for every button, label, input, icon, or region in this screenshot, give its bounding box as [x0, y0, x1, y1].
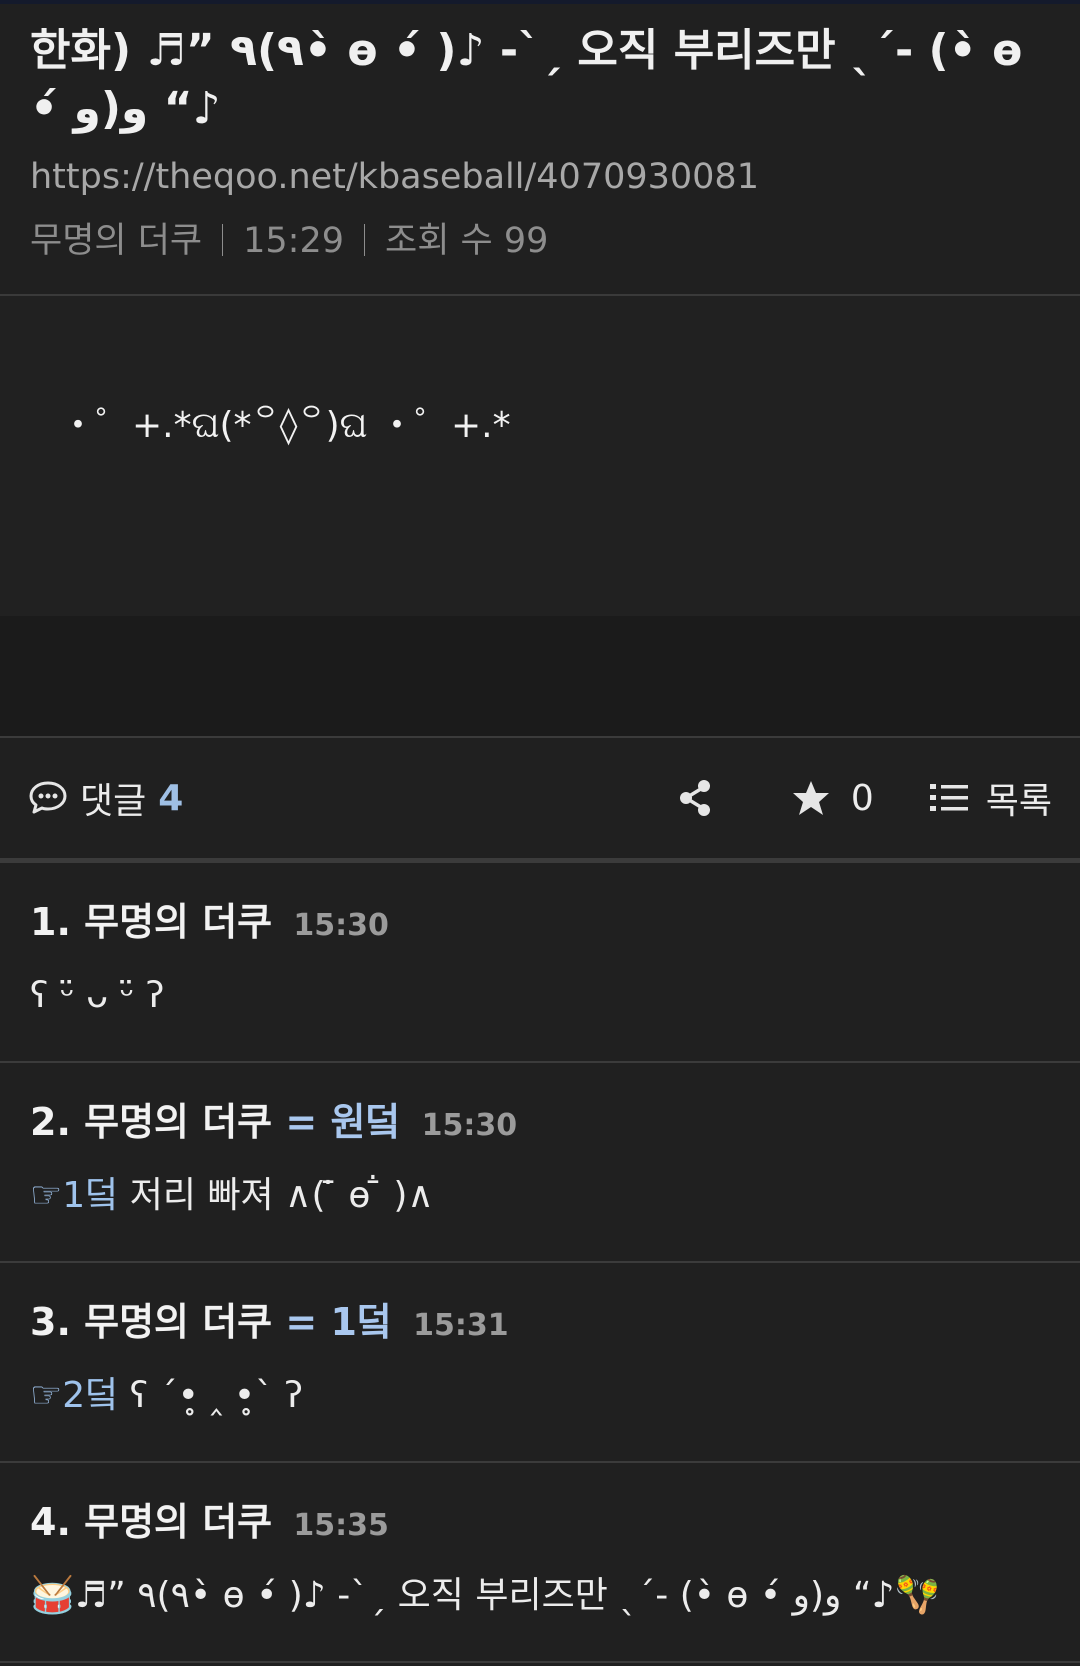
post-body: ・゜+.*ଘ(*꒪◊꒪)ଘ ・゜+.*	[0, 296, 1080, 616]
list-icon	[929, 784, 968, 811]
post-meta: 무명의 더쿠 15:29 조회 수 99	[30, 218, 1050, 264]
comment-item: 1. 무명의 더쿠 15:30 ʕ ᵕ̈ ᴗ ᵕ̈ ʔ	[0, 863, 1080, 1063]
comment-badge: = 1덬	[285, 1300, 392, 1344]
comment-reply-link[interactable]: ☞1덬	[30, 1175, 118, 1216]
comment-item: 4. 무명의 더쿠 15:35 🥁♬” ٩(٩•̀ ɵ •́ )♪ -`ˏ 오직…	[0, 1463, 1080, 1663]
comment-header: 4. 무명의 더쿠 15:35	[30, 1497, 1050, 1551]
comment-author: 3. 무명의 더쿠	[30, 1300, 273, 1344]
comment-item: 2. 무명의 더쿠 = 원덬 15:30 ☞1덬 저리 빠져 ∧( ̄̇ ɵ ̄…	[0, 1063, 1080, 1263]
comment-author: 4. 무명의 더쿠	[30, 1500, 273, 1544]
post-content: ・゜+.*ଘ(*꒪◊꒪)ଘ ・゜+.*	[60, 405, 511, 446]
comment-text: 🥁♬” ٩(٩•̀ ɵ •́ )♪ -`ˏ 오직 부리즈만 ˎˊ- (•̀ ɵ …	[30, 1575, 940, 1616]
list-button[interactable]: 목록	[929, 772, 1052, 824]
meta-divider	[364, 224, 366, 256]
comment-badge: = 원덬	[285, 1100, 401, 1144]
comment-header: 2. 무명의 더쿠 = 원덬 15:30	[30, 1097, 1050, 1151]
star-count: 0	[850, 777, 874, 819]
comment-body: ☞1덬 저리 빠져 ∧( ̄̇ ɵ ̄̇ )∧	[30, 1171, 1050, 1221]
comment-header: 1. 무명의 더쿠 15:30	[30, 897, 1050, 951]
comment-time: 15:31	[413, 1308, 509, 1343]
comments-count: 4	[158, 777, 184, 819]
post-header: 한화) ♬” ٩(٩•̀ ɵ •́ )♪ -`ˏ 오직 부리즈만 ˎˊ- (•̀…	[0, 4, 1080, 296]
comment-text: ʕ ´•̥ ‸ •̥` ʔ	[118, 1375, 303, 1416]
comment-reply-link[interactable]: ☞2덬	[30, 1375, 118, 1416]
post-footer-gap	[0, 616, 1080, 738]
star-icon	[792, 781, 829, 815]
comment-body: ☞2덬 ʕ ´•̥ ‸ •̥` ʔ	[30, 1371, 1050, 1421]
comment-author: 1. 무명의 더쿠	[30, 900, 273, 944]
comments-label: 댓글	[80, 781, 147, 822]
comment-text: 저리 빠져 ∧( ̄̇ ɵ ̄̇ )∧	[118, 1175, 434, 1216]
comment-text: ʕ ᵕ̈ ᴗ ᵕ̈ ʔ	[30, 975, 165, 1016]
comment-time: 15:30	[421, 1108, 518, 1143]
comments-button[interactable]: 댓글 4	[28, 772, 183, 824]
star-button[interactable]: 0	[791, 778, 874, 819]
comment-bubble-icon	[29, 781, 67, 814]
meta-divider	[222, 224, 224, 256]
post-toolbar: 댓글 4 0 목록	[0, 738, 1080, 863]
share-icon	[679, 780, 710, 816]
post-url[interactable]: https://theqoo.net/kbaseball/4070930081	[30, 154, 1050, 200]
comment-author: 2. 무명의 더쿠	[30, 1100, 273, 1144]
list-label: 목록	[985, 781, 1052, 822]
comment-body: ʕ ᵕ̈ ᴗ ᵕ̈ ʔ	[30, 971, 1050, 1021]
post-views: 조회 수 99	[385, 221, 549, 261]
post-title: 한화) ♬” ٩(٩•̀ ɵ •́ )♪ -`ˏ 오직 부리즈만 ˎˊ- (•̀…	[30, 25, 1023, 134]
comment-time: 15:35	[293, 1508, 389, 1543]
comment-header: 3. 무명의 더쿠 = 1덬 15:31	[30, 1297, 1050, 1351]
comment-time: 15:30	[293, 908, 389, 943]
post-time: 15:29	[243, 221, 345, 261]
comment-item: 3. 무명의 더쿠 = 1덬 15:31 ☞2덬 ʕ ´•̥ ‸ •̥` ʔ	[0, 1263, 1080, 1463]
comment-body: 🥁♬” ٩(٩•̀ ɵ •́ )♪ -`ˏ 오직 부리즈만 ˎˊ- (•̀ ɵ …	[30, 1571, 1050, 1621]
share-button[interactable]	[677, 779, 713, 817]
post-author: 무명의 더쿠	[30, 221, 203, 261]
